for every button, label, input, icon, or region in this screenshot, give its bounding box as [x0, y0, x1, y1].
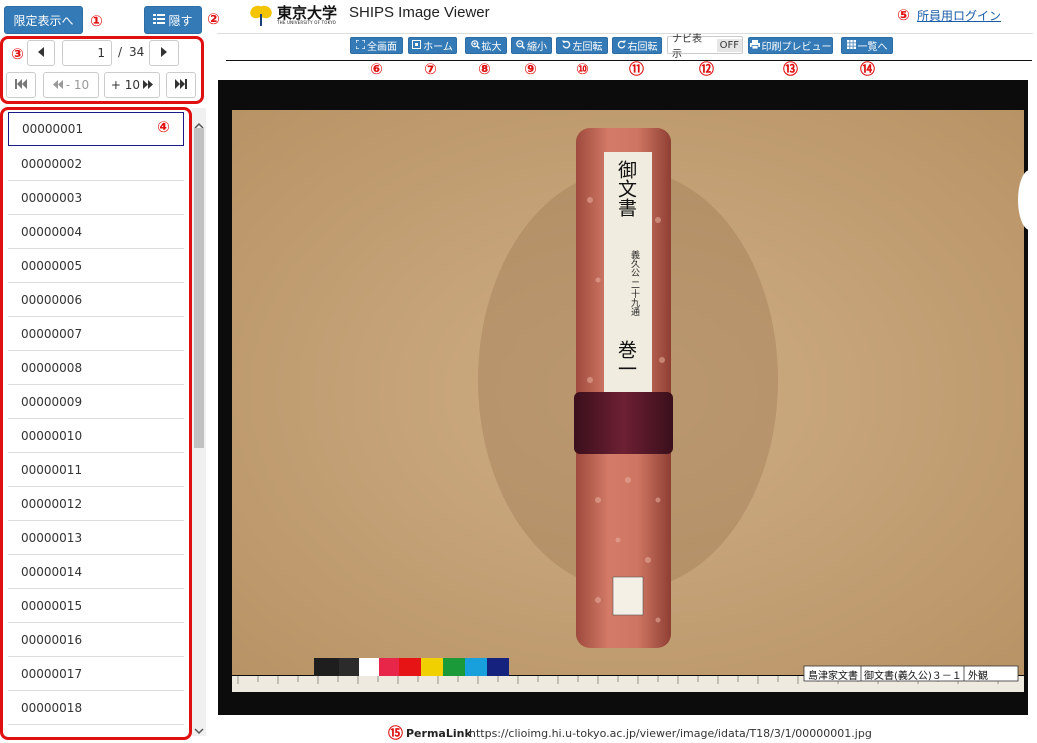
step-backward-icon — [15, 78, 27, 92]
home-button[interactable]: ホーム — [408, 37, 457, 54]
annotation-marker-4: ④ — [157, 117, 170, 136]
annotation-marker-8: ⑧ — [478, 59, 491, 78]
annotation-marker-2: ② — [207, 9, 220, 28]
print-icon — [749, 39, 760, 52]
last-page-button[interactable] — [166, 72, 196, 98]
rotate-right-icon — [617, 40, 626, 52]
rotate-left-label: 左回転 — [572, 42, 603, 53]
navi-toggle-state: OFF — [716, 38, 742, 52]
annotation-marker-15: ⑮ — [387, 724, 403, 742]
caption-collection: 島津家文書 — [808, 671, 858, 682]
caption-title: 御文書(義久公)３－１ — [864, 671, 962, 682]
caret-right-icon — [160, 46, 168, 60]
annotation-marker-1: ① — [90, 11, 103, 30]
header-divider — [217, 33, 1033, 34]
double-left-icon — [52, 78, 63, 92]
home-icon — [412, 39, 422, 52]
zoom-out-icon — [516, 39, 525, 52]
caret-left-icon — [37, 46, 45, 60]
scroll-title-label: 御文書 — [615, 160, 637, 217]
annotation-marker-5: ⑤ — [897, 5, 910, 24]
annotation-marker-11: ⑪ — [628, 60, 644, 78]
rotate-right-label: 右回転 — [627, 42, 658, 53]
fullscreen-label: 全画面 — [367, 42, 397, 53]
expand-icon — [355, 38, 366, 52]
image-viewer[interactable]: 御文書 義久公 二十九通 巻一 島津家文書 御文書(義久公)３－１ 外観 — [218, 80, 1028, 715]
hide-sidebar-label: 隠す — [168, 13, 193, 28]
scroll-down-icon[interactable] — [194, 720, 204, 739]
app-title: SHIPS Image Viewer — [349, 4, 490, 21]
page-number-input[interactable]: 1 — [62, 40, 112, 66]
minus-10-label: - 10 — [65, 78, 90, 92]
scroll-volume-label: 巻一 — [615, 340, 637, 378]
first-page-button[interactable] — [6, 72, 36, 98]
navi-toggle-label: ナビ表示 — [672, 34, 702, 60]
navi-toggle[interactable]: ナビ表示 OFF — [667, 34, 743, 60]
plus-10-button[interactable]: + 10 — [104, 72, 160, 98]
annotation-marker-14: ⑭ — [859, 60, 875, 78]
plus-10-label: + 10 — [110, 78, 141, 92]
list-highlight — [0, 107, 192, 740]
annotation-marker-12: ⑫ — [698, 60, 714, 78]
next-page-button[interactable] — [149, 40, 179, 66]
university-subname: THE UNIVERSITY OF TOKYO — [277, 20, 337, 25]
zoom-in-label: 拡大 — [481, 42, 502, 53]
minus-10-button[interactable]: - 10 — [43, 72, 99, 98]
zoom-in-icon — [470, 39, 480, 52]
double-right-icon — [143, 78, 154, 92]
print-preview-label: 印刷プレビュー — [761, 42, 832, 53]
permalink-url[interactable]: https://clioimg.hi.u-tokyo.ac.jp/viewer/… — [469, 727, 872, 740]
zoom-out-button[interactable]: 縮小 — [511, 37, 552, 54]
limited-view-button[interactable]: 限定表示へ — [4, 6, 83, 34]
university-logo — [249, 3, 273, 27]
grid-icon — [846, 39, 856, 52]
annotation-marker-7: ⑦ — [424, 59, 437, 78]
fullscreen-button[interactable]: 全画面 — [350, 37, 403, 54]
zoom-in-button[interactable]: 拡大 — [465, 37, 507, 54]
caption-tag: 外観 — [968, 671, 988, 682]
prev-page-button[interactable] — [27, 40, 55, 66]
home-label: ホーム — [423, 42, 453, 53]
staff-login-link[interactable]: 所員用ログイン — [917, 7, 1001, 24]
annotation-marker-9: ⑨ — [524, 59, 537, 78]
annotation-marker-10: ⑩ — [576, 59, 589, 78]
toolbar-divider — [226, 60, 1032, 61]
thumbnail-list-button[interactable]: 一覧へ — [841, 37, 893, 54]
thumbnail-list-label: 一覧へ — [857, 42, 888, 53]
zoom-out-label: 縮小 — [527, 42, 547, 53]
scroll-subtitle-label: 義久公 二十九通 — [629, 250, 639, 316]
permalink-label: PermaLink — [406, 727, 472, 740]
step-forward-icon — [175, 78, 187, 92]
annotation-marker-6: ⑥ — [370, 59, 383, 78]
list-scrollbar[interactable] — [192, 108, 206, 736]
scroll-thumb[interactable] — [194, 128, 204, 448]
list-icon — [153, 13, 166, 27]
page-separator: / — [118, 45, 123, 59]
annotation-marker-13: ⑬ — [782, 60, 798, 78]
rotate-left-icon — [561, 40, 571, 52]
rotate-left-button[interactable]: 左回転 — [556, 37, 608, 54]
hide-sidebar-button[interactable]: 隠す — [144, 6, 202, 34]
total-pages: 34 — [129, 45, 145, 59]
annotation-marker-3: ③ — [11, 44, 24, 63]
rotate-right-button[interactable]: 右回転 — [612, 37, 662, 54]
print-preview-button[interactable]: 印刷プレビュー — [748, 37, 833, 54]
